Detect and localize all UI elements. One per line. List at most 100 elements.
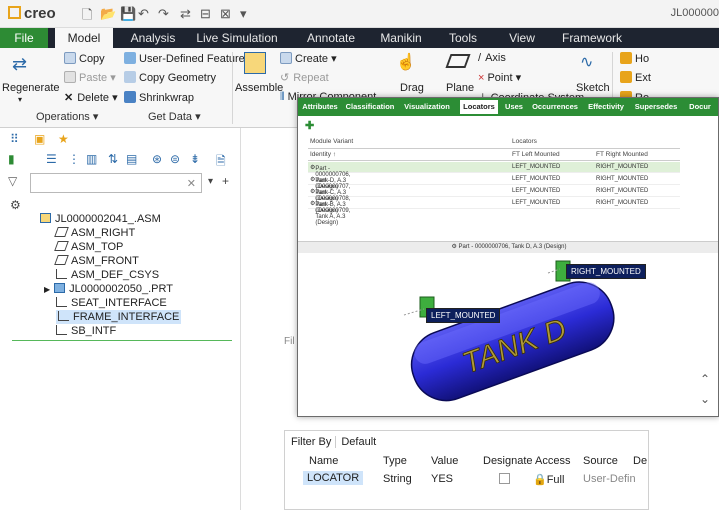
repeat-button[interactable]: ↺ Repeat [280,71,329,84]
favorites-icon[interactable]: ★ [58,132,69,146]
tree-item-seat-interface[interactable]: SEAT_INTERFACE [56,297,167,309]
tree-item-frame-interface[interactable]: FRAME_INTERFACE [56,310,182,324]
tab-effectivity[interactable]: Effectivity [584,100,628,114]
tree-item-sb-intf[interactable]: SB_INTF [56,325,116,337]
col-source[interactable]: Source [583,455,618,467]
show-icon[interactable]: ⇅ [108,152,118,166]
settings-icon[interactable]: ▤ [126,152,137,166]
drag-icon[interactable]: ☝ [396,52,416,72]
tab-framework[interactable]: Framework [556,28,628,48]
tree-item-assembly[interactable]: JL0000002041_.ASM [40,213,161,225]
tab-attributes[interactable]: Attributes [300,100,340,114]
create-button[interactable]: Create ▾ [280,52,337,65]
redo-icon[interactable]: ↷ [158,6,169,22]
tree-settings-icon[interactable]: ⚙ [10,198,21,212]
layer-tree-icon[interactable]: ▥ [86,152,97,166]
tab-tools[interactable]: Tools [440,28,486,48]
windows-icon[interactable]: ⊟ [200,6,211,22]
tree-filter-icon[interactable]: ⋮ [68,152,80,166]
expand-icon[interactable]: ⇟ [190,152,200,166]
plane-icon[interactable] [445,54,471,68]
col-name[interactable]: Name [309,455,338,467]
plane-button[interactable]: Plane [446,82,474,94]
filter-icon[interactable]: ▽ [8,174,17,188]
group-operations[interactable]: Operations ▾ [36,110,98,123]
assemble-icon[interactable] [244,52,266,74]
col-description[interactable]: De [633,455,647,467]
expand-arrow-icon[interactable]: ▶ [44,285,50,294]
tree-item-asm-top[interactable]: ASM_TOP [54,241,123,253]
regenerate-icon[interactable]: ⇄ [12,54,27,75]
close-window-icon[interactable]: ⊠ [220,6,231,22]
tree-columns-icon[interactable]: ☰ [46,152,57,166]
tab-manikin[interactable]: Manikin [372,28,430,48]
document-icon[interactable]: 🗎 [216,152,226,173]
tab-supersedes[interactable]: Supersedes [632,100,680,114]
tree-search-input[interactable]: ✕ [30,173,202,193]
regenerate-button[interactable]: Regenerate [2,82,60,94]
chevron-down-icon[interactable]: ⌄ [700,392,710,406]
tab-live-simulation[interactable]: Live Simulation [192,28,282,48]
col-ft-right[interactable]: FT Right Mounted [596,151,648,158]
tab-locators[interactable]: Locators [460,100,498,114]
chevron-up-icon[interactable]: ⌃ [700,372,710,386]
tab-annotate[interactable]: Annotate [296,28,366,48]
tab-analysis[interactable]: Analysis [120,28,186,48]
col-identity[interactable]: Identity ↑ [310,151,336,158]
copy-button[interactable]: Copy [64,52,105,65]
undo-icon[interactable]: ↶ [138,6,149,22]
tab-visualization[interactable]: Visualization [400,100,454,114]
shrinkwrap-button[interactable]: Shrinkwrap [124,91,194,104]
model-tree-tab-icon[interactable]: ⠿ [10,132,19,146]
tree-icon[interactable]: ▮ [8,152,15,166]
tab-classification[interactable]: Classification [344,100,396,114]
tab-documents[interactable]: Docur [684,100,716,114]
col-designate[interactable]: Designate [483,455,533,467]
col-access[interactable]: Access [535,455,570,467]
col-value[interactable]: Value [431,455,458,467]
sketch-button[interactable]: Sketch [576,82,610,94]
table-row[interactable]: ⚙ Part - 0000000709, Tank A, A.3 (Design… [308,198,680,226]
table-row[interactable]: ⚙ Part - 0000000706, Tank D, A.3 (Design… [308,162,680,190]
axis-button[interactable]: / Axis [478,52,506,64]
designate-checkbox[interactable] [499,473,510,487]
tab-view[interactable]: View [500,28,544,48]
regenerate-dropdown-icon[interactable]: ▾ [18,95,22,104]
drag-button[interactable]: Drag [400,82,424,94]
filter-dropdown-icon[interactable]: ▾ [208,176,213,187]
new-file-icon[interactable]: 🗋 [82,6,92,28]
collapse-icon[interactable]: ⊜ [170,152,180,166]
table-row[interactable]: ⚙ Part - 0000000708, Tank B, A.3 (Design… [308,186,680,214]
folder-browser-icon[interactable]: ▣ [34,132,45,146]
tab-model[interactable]: Model [55,28,113,48]
col-type[interactable]: Type [383,455,407,467]
filter-by-select[interactable]: Default [335,436,376,448]
tab-uses[interactable]: Uses [502,100,526,114]
delete-button[interactable]: ✕ Delete ▾ [64,91,118,104]
tab-file[interactable]: File [0,28,48,48]
tree-item-asm-front[interactable]: ASM_FRONT [54,255,139,267]
group-get-data[interactable]: Get Data ▾ [148,110,201,123]
sketch-icon[interactable]: ∿ [580,52,593,72]
table-row[interactable]: ⚙ Part - 0000000707, Tank C, A.3 (Design… [308,174,680,202]
param-value[interactable]: YES [431,473,453,485]
3d-viewer[interactable]: ⚙ Part - 0000000706, Tank D, A.3 (Design… [298,241,718,416]
add-filter-icon[interactable]: + [222,174,229,188]
search-tree-icon[interactable]: ⊛ [152,152,162,166]
ho-button[interactable]: Ho [620,52,649,65]
add-icon[interactable]: ✚ [305,119,314,132]
user-defined-feature-button[interactable]: User-Defined Feature [124,52,245,65]
assemble-button[interactable]: Assemble [235,82,283,94]
customize-toolbar-icon[interactable]: ▾ [240,6,247,22]
tree-item-asm-def-csys[interactable]: ASM_DEF_CSYS [56,269,159,281]
paste-button[interactable]: Paste ▾ [64,71,116,84]
col-ft-left[interactable]: FT Left Mounted [512,151,560,158]
tab-occurrences[interactable]: Occurrences [530,100,580,114]
copy-geometry-button[interactable]: Copy Geometry [124,71,216,84]
table-row[interactable]: LOCATOR String YES 🔒Full User-Defin [303,471,649,489]
clear-icon[interactable]: ✕ [187,177,196,190]
tree-item-part[interactable]: ▶ JL0000002050_.PRT [44,283,173,295]
ext-button[interactable]: Ext [620,71,651,84]
regenerate-small-icon[interactable]: ⇄ [180,6,191,22]
point-button[interactable]: × Point ▾ [478,71,521,84]
